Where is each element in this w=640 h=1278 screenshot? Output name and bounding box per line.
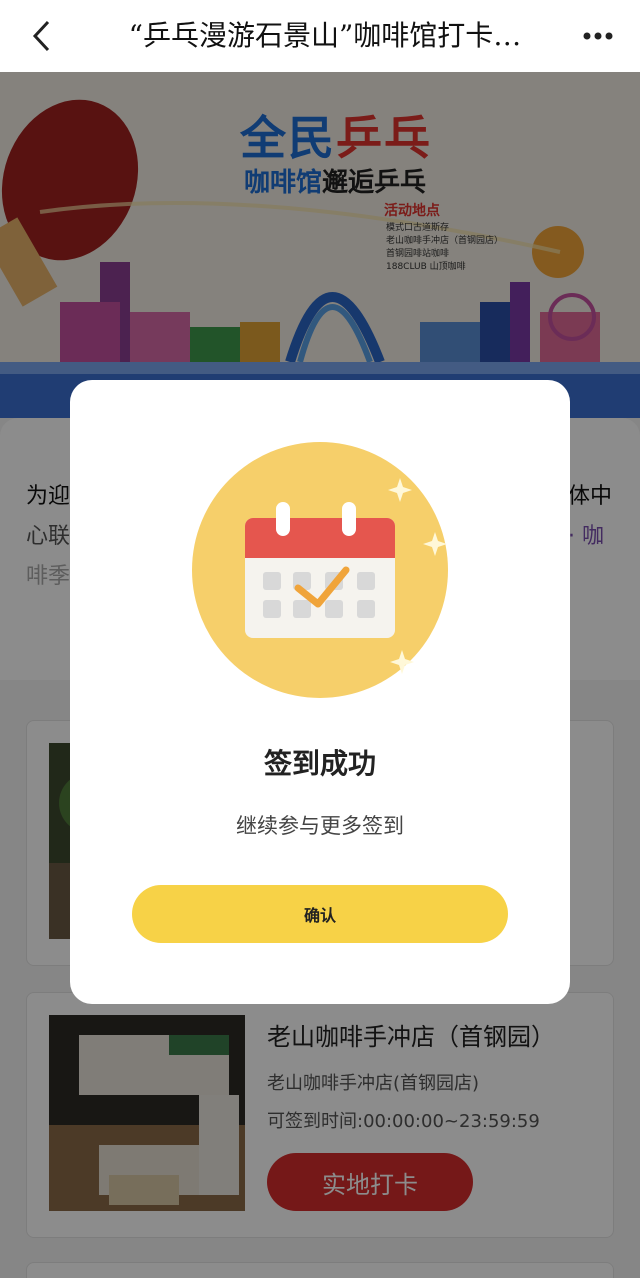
success-dialog: 签到成功 继续参与更多签到 确认 (70, 380, 570, 1004)
page-title: “乒乓漫游石景山”咖啡馆打卡… (128, 19, 522, 52)
calendar-check-icon (192, 442, 448, 698)
nav-bar: “乒乓漫游石景山”咖啡馆打卡… (0, 0, 640, 72)
back-button[interactable] (26, 20, 58, 52)
more-button[interactable] (580, 22, 616, 50)
chevron-left-icon (32, 20, 50, 52)
confirm-button[interactable]: 确认 (132, 885, 508, 943)
dialog-subtitle: 继续参与更多签到 (236, 814, 404, 838)
dialog-title: 签到成功 (263, 747, 376, 780)
more-horizontal-icon (583, 32, 613, 40)
